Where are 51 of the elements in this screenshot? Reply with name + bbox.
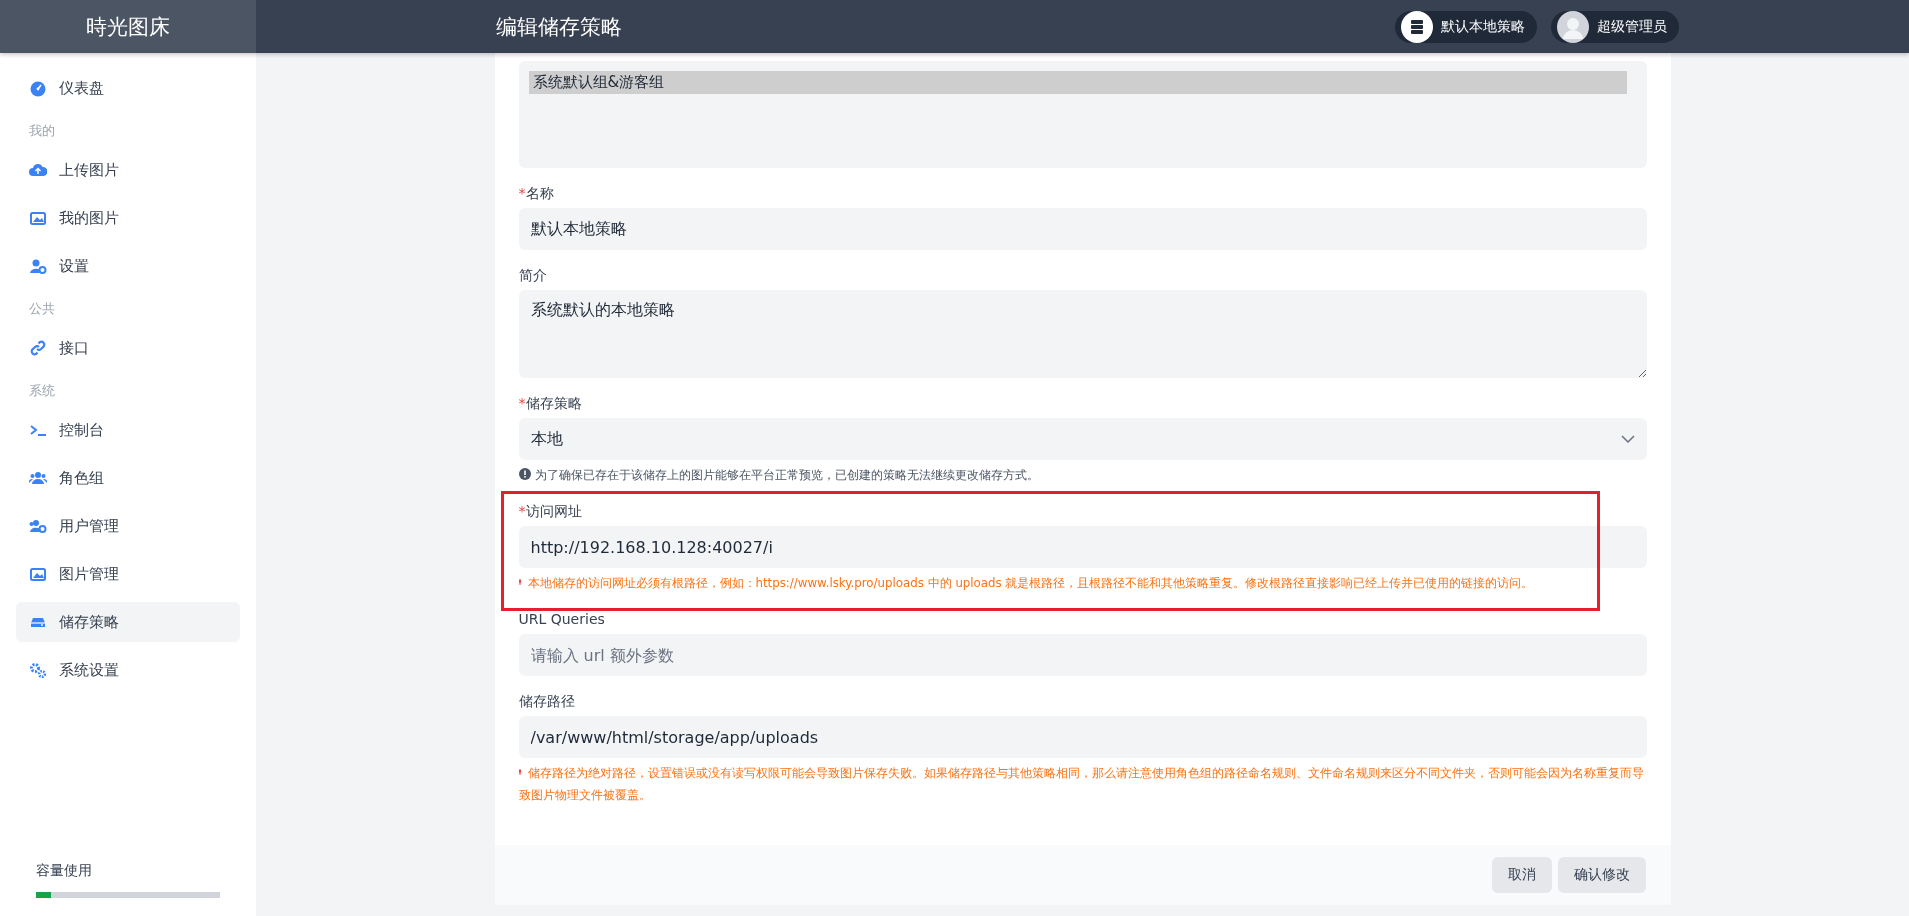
field-label: 储存路径 bbox=[518, 692, 576, 711]
page-title: 编辑储存策略 bbox=[496, 13, 622, 41]
sidebar-item[interactable]: 设置 bbox=[16, 246, 240, 286]
nav-icon bbox=[29, 469, 47, 487]
server-icon bbox=[1401, 10, 1433, 43]
sidebar-item[interactable]: 储存策略 bbox=[16, 602, 240, 642]
group-select[interactable]: 系统默认组&游客组 bbox=[518, 61, 1647, 168]
group-option[interactable]: 系统默认组&游客组 bbox=[528, 71, 1627, 94]
app-logo: 時光图床 bbox=[0, 0, 256, 53]
nav-icon bbox=[29, 661, 47, 679]
sidebar-item[interactable]: 系统设置 bbox=[16, 650, 240, 690]
storage-label: 容量使用 bbox=[36, 862, 93, 880]
info-icon bbox=[518, 468, 531, 480]
sidebar-item[interactable]: 用户管理 bbox=[16, 506, 240, 546]
sidebar-item[interactable]: 仪表盘 bbox=[16, 68, 240, 108]
section-heading: 公共 bbox=[28, 300, 56, 318]
field-label: *名称 bbox=[518, 184, 555, 203]
avatar-icon bbox=[1557, 10, 1589, 43]
nav-icon bbox=[29, 209, 47, 227]
user-menu[interactable]: 超级管理员 bbox=[1551, 10, 1679, 43]
select-field[interactable]: 本地 bbox=[518, 418, 1647, 460]
field-label: *访问网址 bbox=[518, 502, 583, 521]
hint-text: 本地储存的访问网址必须有根路径，例如：https://www.lsky.pro/uploads 中的 uploads 就是根路径，且根路径不能和其他策略重复。修改根路径直接影响已经上传并已使用的链接的访问。 bbox=[518, 572, 1647, 594]
description-field[interactable]: 系统默认的本地策略 bbox=[518, 290, 1647, 378]
nav-icon bbox=[29, 565, 47, 583]
hint-text: 储存路径为绝对路径，设置错误或没有读写权限可能会导致图片保存失败。如果储存路径与其他策略相同，那么请注意使用角色组的路径命名规则、文件命名规则来区分不同文件夹，否则可能会因为名称重复而导致图片物理文件被覆盖。 bbox=[518, 765, 1645, 804]
hint-text: 为了确保已存在于该储存上的图片能够在平台正常预览，已创建的策略无法继续更改储存方式。 bbox=[518, 464, 1647, 486]
input-field[interactable]: 默认本地策略 bbox=[518, 208, 1647, 250]
sidebar-item[interactable]: 图片管理 bbox=[16, 554, 240, 594]
confirm-button[interactable]: 确认修改 bbox=[1557, 857, 1646, 893]
sidebar-item[interactable]: 角色组 bbox=[16, 458, 240, 498]
field-label: *储存策略 bbox=[518, 394, 583, 413]
sidebar-item[interactable]: 上传图片 bbox=[16, 150, 240, 190]
nav-icon bbox=[29, 79, 47, 97]
nav-icon bbox=[29, 339, 47, 357]
sidebar-item[interactable]: 控制台 bbox=[16, 410, 240, 450]
chevron-down-icon bbox=[1620, 435, 1635, 443]
input-field[interactable]: /var/www/html/storage/app/uploads bbox=[518, 716, 1647, 758]
nav-icon bbox=[29, 161, 47, 179]
section-heading: 我的 bbox=[28, 122, 56, 140]
section-heading: 系统 bbox=[28, 382, 56, 400]
field-label: URL Queries bbox=[518, 610, 606, 629]
nav-icon bbox=[29, 257, 47, 275]
input-field[interactable]: 请输入 url 额外参数 bbox=[518, 634, 1647, 676]
policy-menu[interactable]: 默认本地策略 bbox=[1395, 10, 1537, 43]
sidebar-item[interactable]: 接口 bbox=[16, 328, 240, 368]
sidebar-item[interactable]: 我的图片 bbox=[16, 198, 240, 238]
input-field[interactable]: http://192.168.10.128:40027/i bbox=[518, 526, 1647, 568]
field-label: 简介 bbox=[518, 266, 548, 285]
nav-icon bbox=[29, 517, 47, 535]
cancel-button[interactable]: 取消 bbox=[1491, 857, 1552, 893]
